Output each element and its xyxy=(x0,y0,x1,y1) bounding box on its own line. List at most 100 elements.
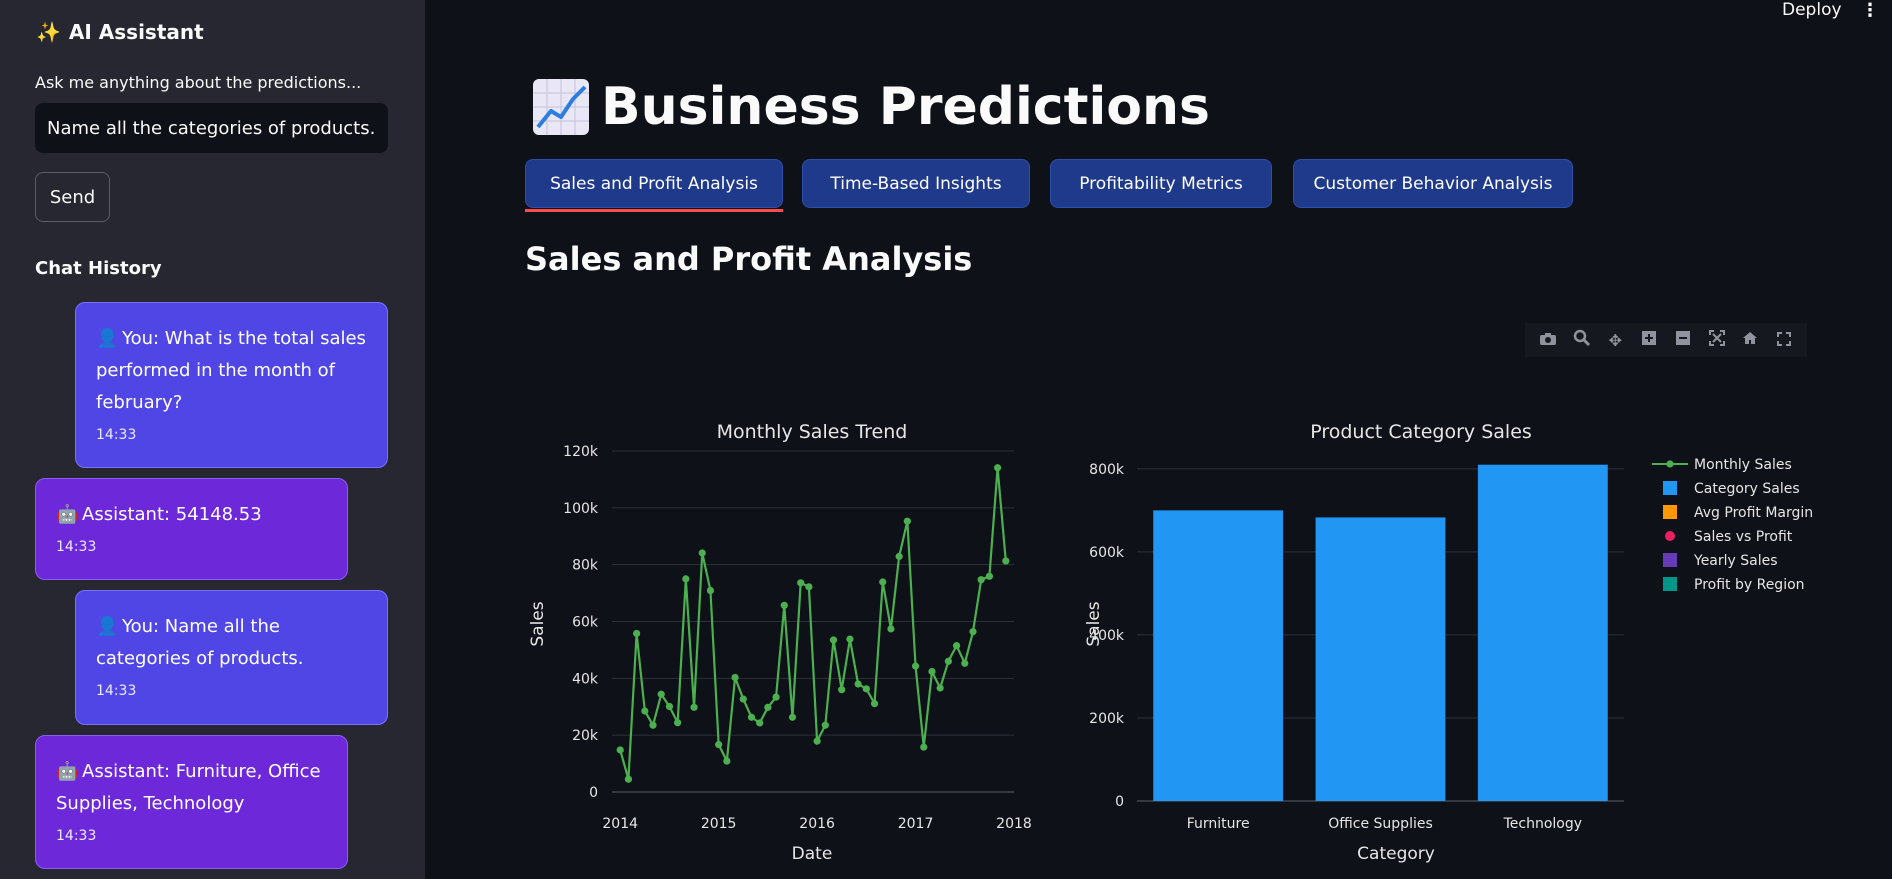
legend-item-label: Profit by Region xyxy=(1694,577,1805,593)
line-point xyxy=(879,578,887,586)
line-chart-x-label: Date xyxy=(792,844,833,864)
deploy-button[interactable]: Deploy xyxy=(1782,0,1842,20)
bar-chart-y-label: Sales xyxy=(1084,601,1104,646)
line-point xyxy=(633,629,641,638)
line-point xyxy=(747,713,756,721)
chat-message-user: 👤 You: What is the total sales performed … xyxy=(75,302,388,468)
autoscale-icon[interactable] xyxy=(1705,330,1729,350)
sidebar-title: ✨ AI Assistant xyxy=(36,20,204,44)
line-point xyxy=(756,719,764,727)
x-tick-label: 2018 xyxy=(996,816,1032,832)
line-point xyxy=(829,636,838,644)
line-point xyxy=(723,757,731,765)
y-tick-label: 600k xyxy=(1089,545,1125,561)
user-avatar-icon: 👤 xyxy=(96,328,119,349)
message-text: You: Name all the categories of products… xyxy=(96,616,304,669)
tab-customer-behavior[interactable]: Customer Behavior Analysis xyxy=(1293,159,1573,208)
line-point xyxy=(887,625,895,633)
line-point xyxy=(674,719,682,727)
line-point xyxy=(813,737,821,745)
pan-icon[interactable]: ✥ xyxy=(1603,331,1627,350)
line-point xyxy=(911,662,920,670)
tab-sales-profit[interactable]: Sales and Profit Analysis xyxy=(525,159,783,208)
line-point xyxy=(616,746,624,754)
line-point xyxy=(993,464,1002,472)
line-point xyxy=(952,642,961,650)
message-text: Assistant: Furniture, Office Supplies, T… xyxy=(56,761,321,814)
bar-chart-title: Product Category Sales xyxy=(1310,421,1532,443)
tab-profitability[interactable]: Profitability Metrics xyxy=(1050,159,1272,208)
bar-chart-x-label: Category xyxy=(1357,844,1435,864)
line-point xyxy=(690,703,698,711)
active-tab-indicator xyxy=(525,209,783,212)
x-tick-label: 2014 xyxy=(602,816,638,832)
line-point xyxy=(928,667,936,676)
legend-item-label: Monthly Sales xyxy=(1694,457,1792,473)
user-avatar-icon: 👤 xyxy=(96,616,119,637)
message-time: 14:33 xyxy=(56,828,97,844)
monthly-sales-line xyxy=(619,467,1007,780)
line-point xyxy=(649,721,657,729)
camera-icon[interactable] xyxy=(1536,331,1560,350)
chat-prompt-label: Ask me anything about the predictions... xyxy=(35,73,362,92)
tab-time-based[interactable]: Time-Based Insights xyxy=(802,159,1030,208)
sidebar-title-text: AI Assistant xyxy=(68,20,204,44)
section-title: Sales and Profit Analysis xyxy=(525,240,973,278)
page-title: Business Predictions xyxy=(533,72,1210,142)
line-point xyxy=(641,707,649,715)
bar-furniture xyxy=(1153,510,1284,801)
zoom-in-icon[interactable] xyxy=(1637,330,1661,350)
zoom-icon[interactable] xyxy=(1570,329,1594,351)
line-chart-grid xyxy=(612,450,1014,793)
plot-modebar: ✥ xyxy=(1525,323,1807,357)
bar-chart-x-ticks: Furniture Office Supplies Technology xyxy=(1187,816,1582,832)
line-chart-y-ticks: 0 20k 40k 60k 80k 100k 120k xyxy=(563,444,599,801)
fullscreen-icon[interactable] xyxy=(1772,331,1796,350)
reset-axes-icon[interactable] xyxy=(1738,330,1762,350)
y-tick-label: 40k xyxy=(572,671,599,687)
sidebar: ✨ AI Assistant Ask me anything about the … xyxy=(0,0,425,879)
send-button[interactable]: Send xyxy=(35,172,110,222)
line-point xyxy=(706,586,715,595)
y-tick-label: 0 xyxy=(1115,794,1124,810)
chat-history-title: Chat History xyxy=(35,258,162,279)
line-point xyxy=(797,579,805,587)
legend-swatch xyxy=(1663,505,1677,519)
line-point xyxy=(944,657,952,665)
y-tick-label: 0 xyxy=(589,785,598,801)
bar-chart-y-ticks: 0 200k 400k 600k 800k xyxy=(1089,462,1125,810)
zoom-out-icon[interactable] xyxy=(1671,330,1695,350)
kebab-menu-icon[interactable]: ⋮ xyxy=(1861,0,1879,21)
line-chart-x-ticks: 2014 2015 2016 2017 2018 xyxy=(602,816,1031,832)
x-tick-label: Technology xyxy=(1503,816,1582,832)
x-tick-label: 2017 xyxy=(898,816,934,832)
line-point xyxy=(862,685,870,693)
message-time: 14:33 xyxy=(96,683,137,699)
y-tick-label: 100k xyxy=(563,501,599,517)
page-title-text: Business Predictions xyxy=(601,77,1210,137)
legend-swatch xyxy=(1663,481,1677,495)
line-point xyxy=(805,583,813,591)
line-point xyxy=(682,575,690,583)
line-point xyxy=(764,703,772,711)
y-tick-label: 800k xyxy=(1089,462,1125,478)
robot-icon: 🤖 xyxy=(56,504,79,525)
robot-icon: 🤖 xyxy=(56,761,79,782)
y-tick-label: 400k xyxy=(1089,628,1125,644)
chat-input[interactable] xyxy=(35,103,388,153)
bar-office-supplies xyxy=(1315,517,1446,801)
line-point xyxy=(821,721,829,729)
line-chart-y-label: Sales xyxy=(528,601,548,646)
legend-item-label: Sales vs Profit xyxy=(1694,529,1793,545)
line-point xyxy=(731,673,739,682)
sparkles-icon: ✨ xyxy=(36,20,61,44)
line-point xyxy=(895,552,903,561)
legend-swatch-marker xyxy=(1665,531,1675,541)
y-tick-label: 80k xyxy=(572,558,599,574)
chat-message-assistant: 🤖 Assistant: Furniture, Office Supplies, … xyxy=(35,735,348,869)
chart-increasing-icon xyxy=(533,79,589,135)
line-point xyxy=(665,702,674,711)
chat-message-user: 👤 You: Name all the categories of product… xyxy=(75,590,388,725)
legend-item-label: Yearly Sales xyxy=(1693,553,1778,569)
y-tick-label: 120k xyxy=(563,444,599,460)
